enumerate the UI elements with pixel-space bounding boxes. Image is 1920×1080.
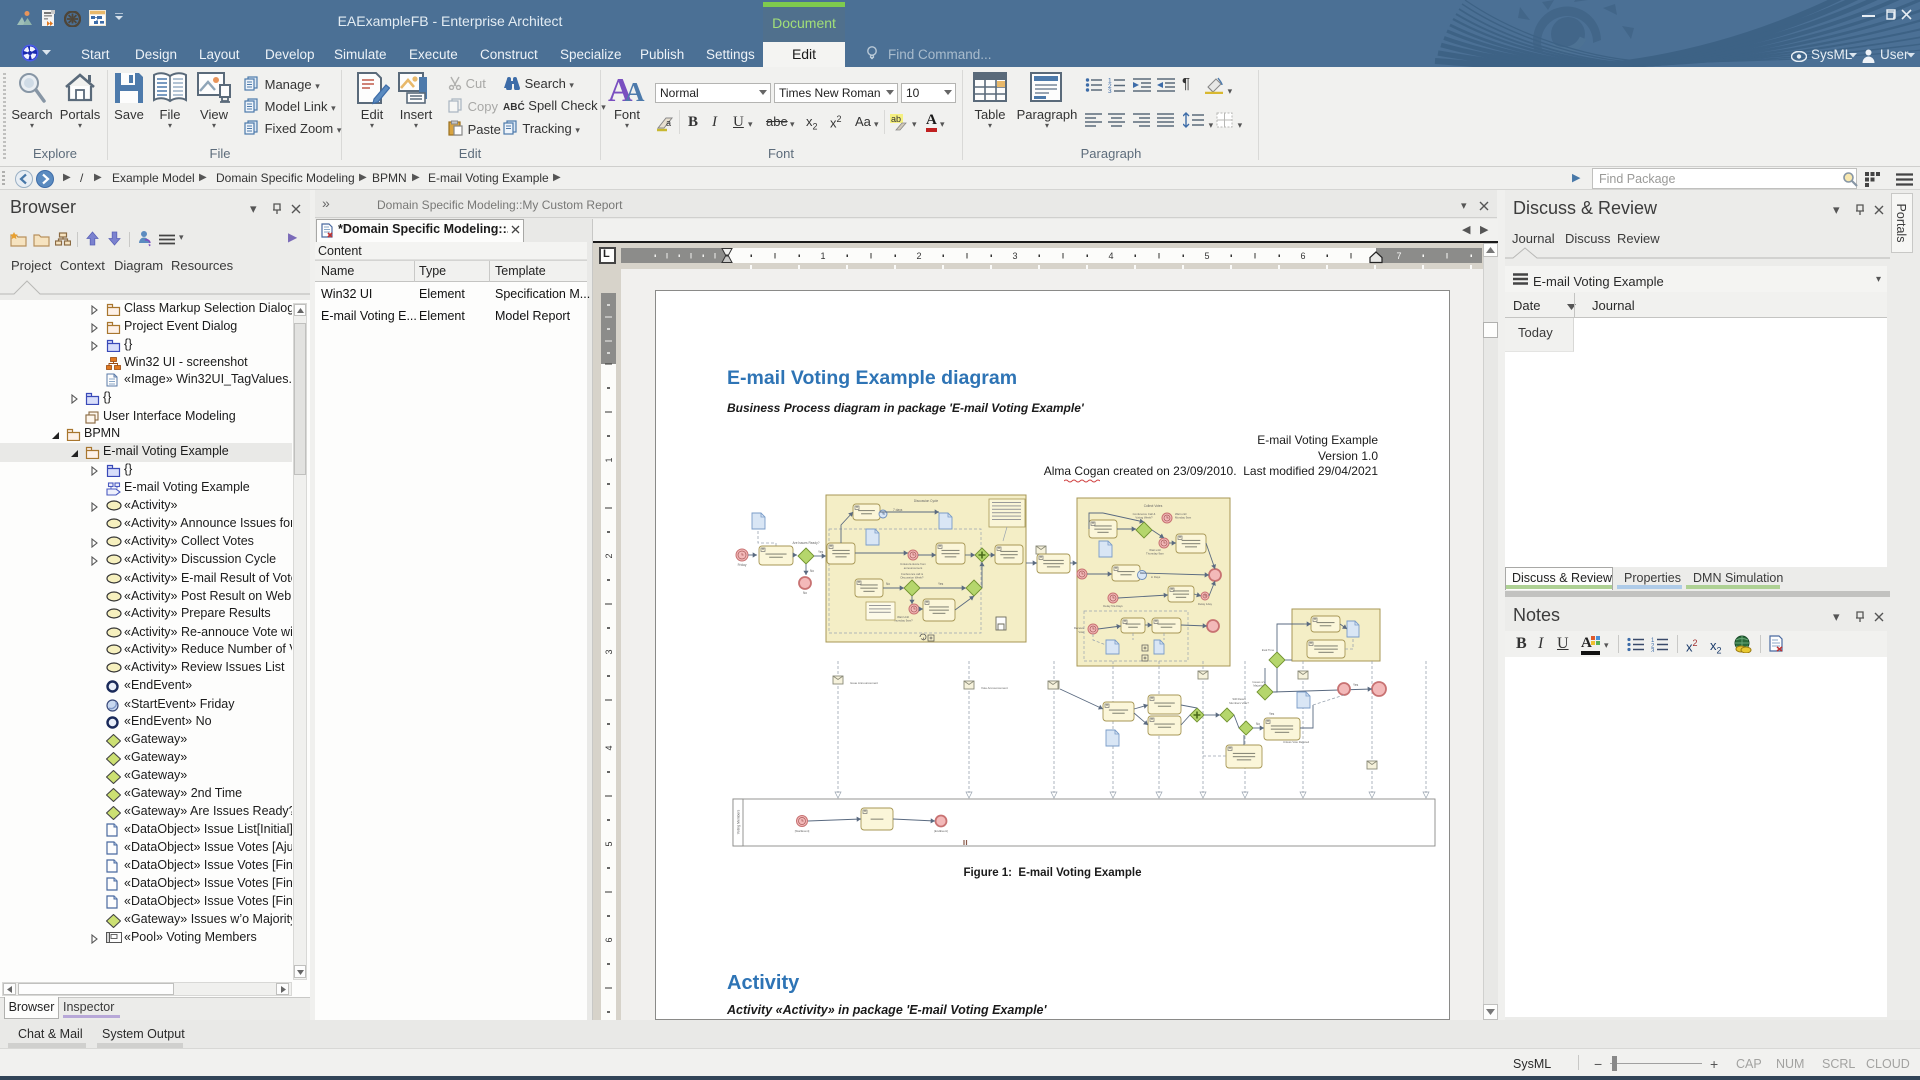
svg-text:6: 6 (1300, 251, 1305, 261)
svg-text:Members Vote?: Members Vote? (1229, 701, 1249, 705)
svg-text:a: a (666, 118, 671, 128)
svg-text:Yes: Yes (1269, 712, 1275, 716)
svg-text:1: 1 (820, 251, 825, 261)
svg-text:3: 3 (604, 649, 614, 654)
svg-text:No: No (803, 591, 807, 595)
svg-text:Delay 5 E-Days: Delay 5 E-Days (1103, 604, 1123, 608)
svg-text:Are Issues Ready?: Are Issues Ready? (793, 541, 820, 545)
svg-text:3: 3 (1108, 88, 1112, 93)
svg-text:No: No (810, 569, 814, 573)
svg-text:7 days: 7 days (893, 508, 903, 512)
svg-text:Voting Members: Voting Members (737, 809, 741, 834)
svg-text:Yes: Yes (818, 550, 824, 554)
svg-text:Vote Announcement: Vote Announcement (981, 686, 1008, 690)
svg-text:4: 4 (604, 745, 614, 750)
svg-text:Collect Votes: Collect Votes (1144, 504, 1163, 508)
svg-text:Discussion Cycle: Discussion Cycle (914, 499, 938, 503)
svg-text:Friday: Friday (738, 563, 747, 567)
svg-text:Majority?: Majority? (1253, 684, 1265, 688)
svg-text:Unless Vote Revoted: Unless Vote Revoted (1283, 740, 1310, 744)
svg-text:No: No (886, 582, 890, 586)
svg-text:announcement: announcement (904, 566, 923, 570)
svg-text:3: 3 (1012, 251, 1017, 261)
svg-text:4: 4 (1108, 251, 1113, 261)
svg-text:3: 3 (1651, 649, 1655, 653)
svg-text:6: 6 (604, 937, 614, 942)
svg-text:No: No (1256, 722, 1260, 726)
svg-text:Thursday 9am?: Thursday 9am? (893, 619, 913, 623)
svg-text:5: 5 (604, 841, 614, 846)
svg-text:2: 2 (604, 553, 614, 558)
svg-text:in Days: in Days (1151, 575, 1161, 579)
svg-text:Yes: Yes (938, 582, 944, 586)
svg-text:Discussion Week?: Discussion Week? (901, 576, 924, 580)
svg-text:[StartEvent]: [StartEvent] (795, 829, 810, 833)
svg-text:Vote: Vote (1078, 630, 1084, 634)
svg-text:Yes: Yes (1353, 683, 1359, 687)
svg-text:Issue Announcement: Issue Announcement (850, 681, 878, 685)
svg-text:2: 2 (916, 251, 921, 261)
svg-text:1: 1 (604, 457, 614, 462)
svg-text:Voting Week?: Voting Week? (1135, 516, 1153, 520)
svg-text:[EndEvent]: [EndEvent] (934, 829, 948, 833)
svg-text:Thursday 9am: Thursday 9am (1146, 552, 1165, 556)
svg-text:ab: ab (891, 114, 901, 124)
svg-text:Eval Time: Eval Time (1262, 648, 1275, 652)
svg-text:7: 7 (1396, 251, 1401, 261)
svg-text:A: A (625, 77, 645, 105)
svg-text:Monday 9am: Monday 9am (1175, 516, 1192, 520)
svg-text:Delay 1day: Delay 1day (1198, 602, 1213, 606)
svg-text:5: 5 (1204, 251, 1209, 261)
